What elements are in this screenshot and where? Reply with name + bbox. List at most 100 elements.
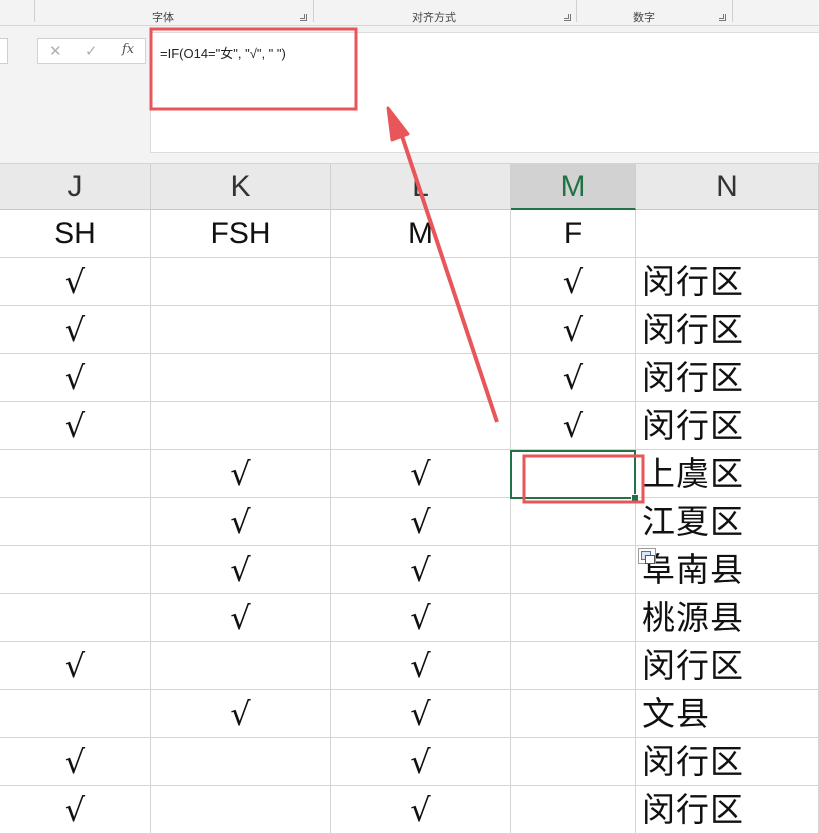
table-row: √ √ 闵行区 <box>0 642 819 690</box>
ribbon-separator <box>34 0 35 22</box>
ribbon-separator <box>313 0 314 22</box>
column-header-k[interactable]: K <box>151 164 331 210</box>
fill-handle[interactable] <box>631 494 639 502</box>
enter-icon[interactable]: ✓ <box>85 42 98 60</box>
table-cell[interactable] <box>511 594 636 642</box>
table-cell[interactable] <box>511 642 636 690</box>
table-cell[interactable] <box>331 354 511 402</box>
formula-buttons: ✕ ✓ fx <box>37 38 146 64</box>
table-cell[interactable] <box>0 498 151 546</box>
table-cell[interactable]: √ <box>0 354 151 402</box>
table-cell[interactable] <box>151 738 331 786</box>
table-cell[interactable]: √ <box>151 594 331 642</box>
table-cell[interactable] <box>511 786 636 834</box>
table-cell[interactable] <box>511 690 636 738</box>
table-cell[interactable]: 阜南县 <box>636 546 819 594</box>
table-cell[interactable]: √ <box>331 546 511 594</box>
table-cell[interactable]: √ <box>511 258 636 306</box>
header-cell[interactable]: SH <box>0 210 151 258</box>
column-header-l[interactable]: L <box>331 164 511 210</box>
table-cell[interactable]: 闵行区 <box>636 738 819 786</box>
table-cell[interactable] <box>151 402 331 450</box>
table-cell[interactable]: √ <box>331 594 511 642</box>
header-cell[interactable]: FSH <box>151 210 331 258</box>
table-cell[interactable]: √ <box>0 402 151 450</box>
column-header-m[interactable]: M <box>511 164 636 210</box>
header-cell[interactable]: F <box>511 210 636 258</box>
table-cell[interactable]: 文县 <box>636 690 819 738</box>
table-cell[interactable] <box>151 306 331 354</box>
table-cell[interactable]: √ <box>151 546 331 594</box>
ribbon-separator <box>732 0 733 22</box>
table-cell[interactable]: √ <box>151 690 331 738</box>
table-row: √ √ 闵行区 <box>0 258 819 306</box>
formula-bar: ✕ ✓ fx =IF(O14="女", "√", " ") <box>0 26 819 164</box>
table-cell[interactable]: √ <box>331 738 511 786</box>
table-row: √ √ 闵行区 <box>0 306 819 354</box>
table-cell[interactable]: √ <box>0 738 151 786</box>
ribbon-group-number-label: 数字 <box>633 11 655 24</box>
table-row: √ √ 闵行区 <box>0 402 819 450</box>
table-cell[interactable] <box>331 258 511 306</box>
font-dialog-launcher-icon[interactable] <box>300 14 307 21</box>
table-cell[interactable]: 闵行区 <box>636 258 819 306</box>
table-cell[interactable]: √ <box>0 642 151 690</box>
table-cell[interactable]: 上虞区 <box>636 450 819 498</box>
header-cell[interactable]: M <box>331 210 511 258</box>
table-cell[interactable] <box>151 354 331 402</box>
table-cell[interactable]: √ <box>331 498 511 546</box>
number-dialog-launcher-icon[interactable] <box>719 14 726 21</box>
table-cell[interactable]: √ <box>151 450 331 498</box>
table-cell[interactable]: 闵行区 <box>636 642 819 690</box>
insert-function-icon[interactable]: fx <box>122 42 134 57</box>
table-cell[interactable] <box>151 786 331 834</box>
table-cell[interactable]: 闵行区 <box>636 402 819 450</box>
ribbon-separator <box>576 0 577 22</box>
table-row: √ √ 闵行区 <box>0 354 819 402</box>
table-cell[interactable]: √ <box>151 498 331 546</box>
table-row: √ √ 闵行区 <box>0 786 819 834</box>
active-cell-M14[interactable] <box>510 450 636 499</box>
table-cell[interactable]: √ <box>331 642 511 690</box>
alignment-dialog-launcher-icon[interactable] <box>564 14 571 21</box>
ribbon-group-font-label: 字体 <box>152 11 174 24</box>
column-header-j[interactable]: J <box>0 164 151 210</box>
table-cell[interactable] <box>151 258 331 306</box>
table-cell[interactable] <box>0 450 151 498</box>
table-cell[interactable] <box>331 306 511 354</box>
formula-input[interactable]: =IF(O14="女", "√", " ") <box>150 32 819 153</box>
table-cell[interactable] <box>511 546 636 594</box>
table-cell[interactable]: 江夏区 <box>636 498 819 546</box>
table-cell[interactable] <box>331 402 511 450</box>
table-cell[interactable]: √ <box>511 306 636 354</box>
table-cell[interactable]: 闵行区 <box>636 306 819 354</box>
table-cell[interactable] <box>151 642 331 690</box>
table-cell[interactable]: √ <box>511 402 636 450</box>
table-cell[interactable]: 桃源县 <box>636 594 819 642</box>
column-header-n[interactable]: N <box>636 164 819 210</box>
table-cell[interactable]: √ <box>0 258 151 306</box>
table-cell[interactable]: 闵行区 <box>636 354 819 402</box>
table-cell[interactable] <box>0 594 151 642</box>
table-cell[interactable]: √ <box>331 690 511 738</box>
paste-options-icon[interactable] <box>638 548 656 564</box>
table-row: √ √ 阜南县 <box>0 546 819 594</box>
table-cell[interactable] <box>0 690 151 738</box>
header-cell[interactable] <box>636 210 819 258</box>
table-cell[interactable]: √ <box>331 450 511 498</box>
table-cell[interactable]: 闵行区 <box>636 786 819 834</box>
ribbon-group-alignment-label: 对齐方式 <box>412 11 456 24</box>
cancel-icon[interactable]: ✕ <box>49 42 62 60</box>
table-row: √ √ 闵行区 <box>0 738 819 786</box>
table-cell[interactable]: √ <box>0 786 151 834</box>
table-cell[interactable] <box>0 546 151 594</box>
table-cell[interactable] <box>511 498 636 546</box>
table-cell[interactable]: √ <box>0 306 151 354</box>
formula-text: =IF(O14="女", "√", " ") <box>160 46 286 61</box>
table-row: √ √ 桃源县 <box>0 594 819 642</box>
table-cell[interactable] <box>511 738 636 786</box>
table-cell[interactable]: √ <box>511 354 636 402</box>
name-box[interactable] <box>0 38 8 64</box>
table-cell[interactable]: √ <box>331 786 511 834</box>
ribbon-group-labels: 字体 对齐方式 数字 <box>0 0 819 26</box>
